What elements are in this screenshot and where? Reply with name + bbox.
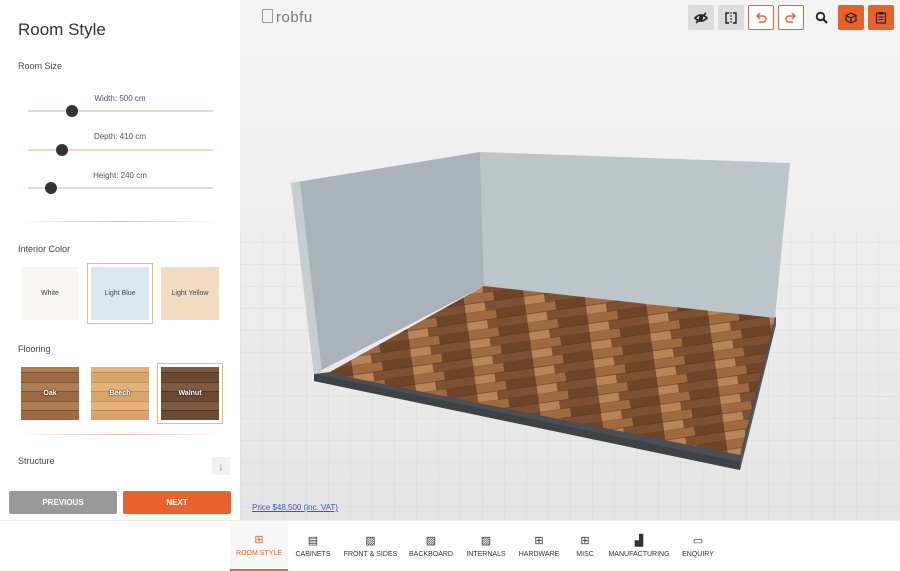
tab-misc[interactable]: ⊞ MISC [570, 521, 600, 571]
grid-plus-icon: ⊞ [580, 535, 590, 547]
logo-icon [262, 9, 273, 23]
room-style-icon: ⊞ [254, 534, 264, 546]
height-slider[interactable] [28, 182, 213, 194]
flooring-beech[interactable]: Beech [91, 367, 149, 420]
structure-label: Structure [18, 456, 55, 466]
clipboard-icon[interactable] [868, 5, 894, 30]
divider [20, 434, 220, 435]
bottom-tab-bar: ⊞ ROOM STYLE ▤ CABINETS ▨ FRONT & SIDES … [0, 520, 900, 571]
grid-plus-icon: ⊞ [534, 535, 544, 547]
sidebar: Room Style Room Size Width: 500 cm Depth… [0, 0, 240, 520]
page-title: Room Style [18, 20, 106, 39]
hatch-icon: ▨ [425, 535, 437, 547]
flooring-label: Flooring [18, 344, 51, 354]
tab-manufacturing[interactable]: ▟ MANUFACTURING [608, 521, 669, 571]
height-value: 240 [120, 171, 135, 180]
room-size-label: Room Size [18, 61, 63, 71]
robfu-logo: robfu [262, 9, 313, 26]
room-3d-render [240, 152, 900, 520]
tab-enquiry[interactable]: ▭ ENQUIRY [680, 521, 716, 571]
width-slider[interactable] [28, 105, 213, 117]
previous-button[interactable]: PREVIOUS [9, 491, 117, 514]
hatch-icon: ▨ [480, 535, 492, 547]
cube-3d-icon[interactable] [838, 5, 864, 30]
depth-value: 410 [119, 132, 134, 141]
width-slider-thumb[interactable] [66, 105, 78, 117]
tab-backboard[interactable]: ▨ BACKBOARD [406, 521, 456, 571]
flooring-oak[interactable]: Oak [21, 367, 79, 420]
height-label: Height: 240 cm [93, 171, 147, 180]
width-label: Width: 500 cm [94, 94, 146, 103]
split-view-icon[interactable] [718, 5, 744, 30]
height-slider-thumb[interactable] [45, 182, 57, 194]
chat-icon: ▭ [692, 535, 704, 547]
tab-cabinets[interactable]: ▤ CABINETS [290, 521, 336, 571]
flooring-walnut[interactable]: Walnut [157, 363, 223, 424]
tab-front-sides[interactable]: ▨ FRONT & SIDES [343, 521, 398, 571]
depth-label: Depth: 410 cm [93, 132, 147, 141]
width-value: 500 [119, 94, 133, 103]
next-button[interactable]: NEXT [123, 491, 231, 514]
factory-icon: ▟ [634, 535, 644, 547]
price-link[interactable]: Price $48,500 (inc. VAT) [252, 503, 338, 512]
interior-color-label: Interior Color [18, 244, 71, 254]
tab-internals[interactable]: ▨ INTERNALS [462, 521, 510, 571]
cabinets-icon: ▤ [307, 535, 319, 547]
3d-viewport[interactable] [240, 0, 900, 520]
depth-slider[interactable] [28, 144, 213, 156]
redo-icon[interactable] [778, 5, 804, 30]
divider [20, 221, 220, 222]
interior-color-light-yellow[interactable]: Light Yellow [161, 267, 219, 320]
scroll-down-icon[interactable]: ↓ [212, 457, 230, 475]
hatch-icon: ▨ [365, 535, 376, 547]
undo-icon[interactable] [748, 5, 774, 30]
tab-hardware[interactable]: ⊞ HARDWARE [518, 521, 560, 571]
interior-color-white[interactable]: White [21, 267, 79, 320]
interior-color-light-blue[interactable]: Light Blue [87, 263, 153, 324]
tab-room-style[interactable]: ⊞ ROOM STYLE [230, 521, 288, 571]
zoom-icon[interactable] [808, 5, 834, 30]
eye-off-icon[interactable] [688, 5, 714, 30]
depth-slider-thumb[interactable] [56, 144, 68, 156]
